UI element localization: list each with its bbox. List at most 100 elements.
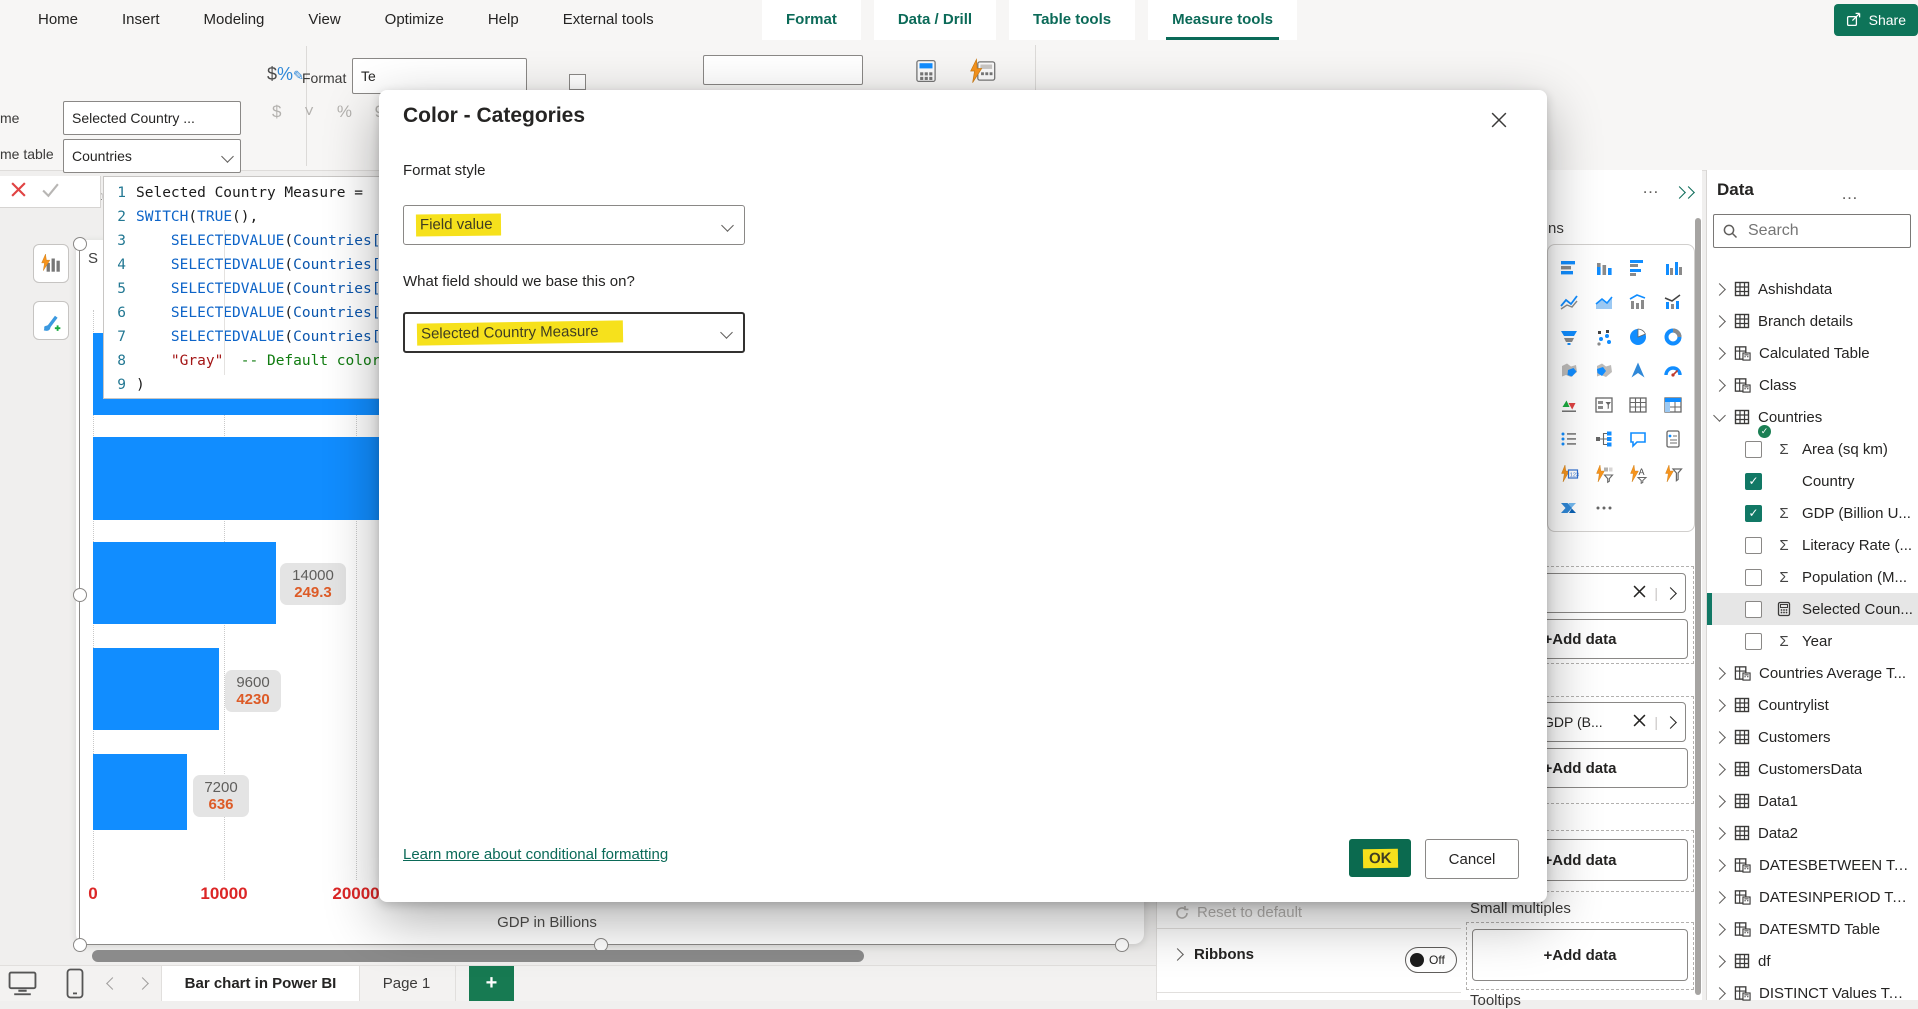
matrix-visual-icon[interactable] (1656, 388, 1691, 422)
page-tab-bar-chart[interactable]: Bar chart in Power BI (161, 966, 360, 1001)
ribbons-toggle[interactable]: Off (1405, 947, 1457, 973)
line-stacked-column-visual-icon[interactable] (1656, 285, 1691, 319)
pane-scrollbar[interactable] (1695, 218, 1701, 995)
resize-handle[interactable] (73, 588, 87, 602)
power-automate-visual-icon[interactable] (1552, 491, 1587, 525)
cancel-button[interactable]: Cancel (1425, 839, 1519, 879)
table-item-datesmtd-table[interactable]: DATESMTD Table (1707, 913, 1918, 945)
power-apps-visual-icon[interactable] (1587, 457, 1622, 491)
table-item-datesinperiod-table[interactable]: DATESINPERIOD Table (1707, 881, 1918, 913)
chevron-right-icon[interactable] (1715, 921, 1724, 938)
bar[interactable] (93, 542, 276, 624)
slicer-visual-icon[interactable] (1552, 422, 1587, 456)
checkbox-icon[interactable] (569, 74, 586, 90)
menu-item-optimize[interactable]: Optimize (363, 0, 466, 40)
menu-item-insert[interactable]: Insert (100, 0, 182, 40)
stacked-column-visual-icon[interactable] (1587, 251, 1622, 285)
chevron-right-icon[interactable] (1715, 857, 1724, 874)
format-style-dropdown[interactable]: Field value (403, 205, 745, 245)
more-options-icon[interactable]: … (1841, 184, 1860, 204)
chevron-right-icon[interactable] (1715, 281, 1724, 298)
map-visual-icon[interactable] (1552, 354, 1587, 388)
area-visual-icon[interactable] (1587, 285, 1622, 319)
table-item-data2[interactable]: Data2 (1707, 817, 1918, 849)
expand-field-icon[interactable] (1664, 716, 1677, 729)
quick-measure-icon[interactable] (968, 58, 998, 89)
analyze-visual-button[interactable] (33, 244, 69, 283)
field-item-area-sq-km-[interactable]: ΣArea (sq km) (1707, 433, 1918, 465)
table-item-distinct-values-table[interactable]: DISTINCT Values Table (1707, 977, 1918, 1009)
measure-name-input[interactable]: Selected Country ... (63, 101, 241, 135)
table-item-data1[interactable]: Data1 (1707, 785, 1918, 817)
kpi-visual-icon[interactable] (1552, 388, 1587, 422)
clustered-bar-visual-icon[interactable] (1621, 251, 1656, 285)
more-visual-icon[interactable] (1587, 491, 1622, 525)
qa-visual-icon[interactable] (1621, 422, 1656, 456)
commit-formula-icon[interactable] (41, 181, 60, 203)
script-visual-visual-icon[interactable] (1656, 457, 1691, 491)
scatter-visual-icon[interactable] (1587, 320, 1622, 354)
chevron-right-icon[interactable] (1715, 729, 1724, 746)
add-page-button[interactable]: + (469, 966, 514, 1001)
line-clustered-column-visual-icon[interactable] (1621, 285, 1656, 319)
menu-item-help[interactable]: Help (466, 0, 541, 40)
remove-field-icon[interactable] (1633, 585, 1646, 601)
table-item-ashishdata[interactable]: Ashishdata (1707, 273, 1918, 305)
table-visual-icon[interactable] (1621, 388, 1656, 422)
page-tab-page1[interactable]: Page 1 (358, 966, 456, 1001)
expand-field-icon[interactable] (1664, 587, 1677, 600)
ribbons-section[interactable]: Ribbons (1173, 946, 1254, 963)
field-checkbox[interactable] (1745, 601, 1762, 618)
bar[interactable] (93, 648, 219, 730)
chevron-right-icon[interactable] (1715, 665, 1724, 682)
menu-item-external-tools[interactable]: External tools (541, 0, 676, 40)
table-item-calculated-table[interactable]: Calculated Table (1707, 337, 1918, 369)
ok-button[interactable]: OK (1349, 839, 1411, 877)
table-item-df[interactable]: df (1707, 945, 1918, 977)
field-item-country[interactable]: ✓Country (1707, 465, 1918, 497)
share-button[interactable]: Share (1834, 4, 1918, 36)
chevron-right-icon[interactable] (1715, 825, 1724, 842)
field-checkbox[interactable] (1745, 569, 1762, 586)
next-page-icon[interactable] (138, 975, 147, 991)
field-checkbox[interactable]: ✓ (1745, 505, 1762, 522)
chevron-right-icon[interactable] (1715, 889, 1724, 906)
chevron-down-icon[interactable] (1715, 407, 1724, 424)
chevron-right-icon[interactable] (1715, 985, 1724, 1002)
table-item-class[interactable]: Class (1707, 369, 1918, 401)
chevron-right-icon[interactable] (1715, 697, 1724, 714)
more-options-icon[interactable]: … (1642, 178, 1661, 198)
table-item-branch-details[interactable]: Branch details (1707, 305, 1918, 337)
table-item-countrylist[interactable]: Countrylist (1707, 689, 1918, 721)
decomposition-tree-visual-icon[interactable] (1587, 422, 1622, 456)
data-category-input[interactable] (703, 55, 863, 85)
field-item-population-m-[interactable]: ΣPopulation (M... (1707, 561, 1918, 593)
desktop-view-icon[interactable] (8, 971, 37, 1002)
reset-to-default-button[interactable]: Reset to default (1175, 904, 1302, 921)
new-measure-icon[interactable] (913, 58, 939, 89)
field-item-year[interactable]: ΣYear (1707, 625, 1918, 657)
menu-item-modeling[interactable]: Modeling (182, 0, 287, 40)
formatted-table-visual-icon[interactable] (1587, 388, 1622, 422)
cancel-formula-icon[interactable] (10, 181, 27, 203)
stacked-bar-visual-icon[interactable] (1552, 251, 1587, 285)
bar[interactable] (93, 754, 187, 830)
table-item-countries-average-t-[interactable]: Countries Average T... (1707, 657, 1918, 689)
tab-data-drill[interactable]: Data / Drill (874, 0, 996, 40)
ai-visual-visual-icon[interactable]: A (1621, 457, 1656, 491)
number-format-buttons[interactable]: $ ˅ % 9 (272, 102, 393, 122)
field-checkbox[interactable] (1745, 537, 1762, 554)
chevron-right-icon[interactable] (1715, 377, 1724, 394)
paginated-report-visual-icon[interactable]: 123 (1552, 457, 1587, 491)
table-item-customersdata[interactable]: CustomersData (1707, 753, 1918, 785)
close-icon[interactable] (1491, 112, 1507, 133)
format-visual-button[interactable] (33, 301, 69, 340)
tab-table-tools[interactable]: Table tools (1009, 0, 1135, 40)
field-item-gdp-billion-u-[interactable]: ✓ΣGDP (Billion U... (1707, 497, 1918, 529)
field-item-selected-coun-[interactable]: Selected Coun... (1707, 593, 1918, 625)
field-item-literacy-rate-[interactable]: ΣLiteracy Rate (... (1707, 529, 1918, 561)
chevron-right-icon[interactable] (1715, 953, 1724, 970)
donut-visual-icon[interactable] (1656, 320, 1691, 354)
resize-handle[interactable] (73, 938, 87, 952)
table-item-customers[interactable]: Customers (1707, 721, 1918, 753)
